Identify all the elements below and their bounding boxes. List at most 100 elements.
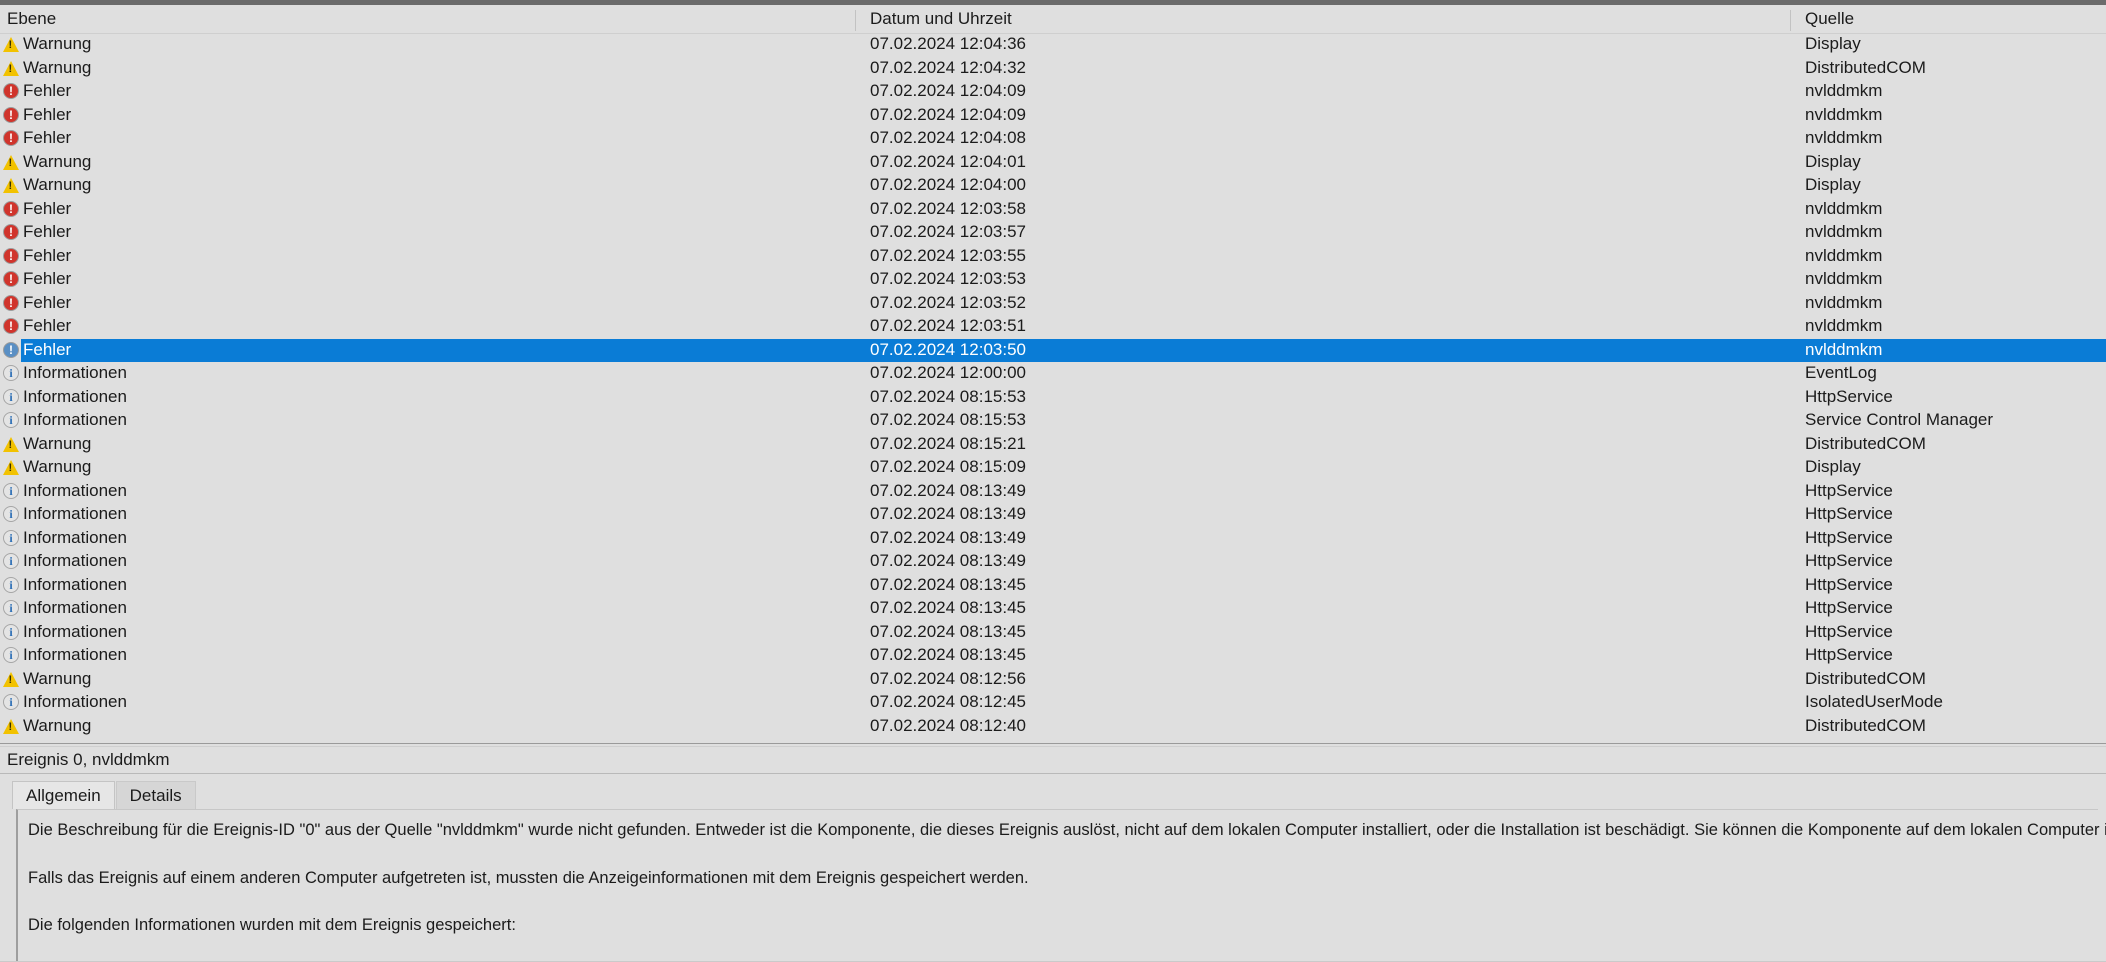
table-row[interactable]: Informationen 07.02.2024 08:13:49 HttpServ… xyxy=(0,480,2106,504)
cell-level: Informationen xyxy=(23,363,127,382)
table-row[interactable]: Fehler 07.02.2024 12:03:53 nvlddmkm xyxy=(0,268,2106,292)
table-row[interactable]: Fehler 07.02.2024 12:03:58 nvlddmkm xyxy=(0,198,2106,222)
error-icon xyxy=(3,271,20,288)
warning-icon xyxy=(3,436,20,453)
table-row[interactable]: Informationen 07.02.2024 08:13:45 HttpServ… xyxy=(0,644,2106,668)
column-header-datetime[interactable]: Datum und Uhrzeit xyxy=(870,9,1012,29)
table-row[interactable]: Informationen 07.02.2024 12:00:00 EventLog xyxy=(0,362,2106,386)
cell-level: Fehler xyxy=(23,128,72,147)
table-row[interactable]: Warnung 07.02.2024 08:15:09 Display xyxy=(0,456,2106,480)
error-icon xyxy=(3,294,20,312)
events-column-header[interactable]: Ebene Datum und Uhrzeit Quelle xyxy=(0,5,2106,34)
error-icon xyxy=(3,318,20,335)
cell-datetime: 07.02.2024 12:04:32 xyxy=(870,57,1026,77)
information-icon xyxy=(3,529,20,547)
cell-level: Warnung xyxy=(23,175,92,194)
cell-datetime: 07.02.2024 08:12:40 xyxy=(870,715,1026,735)
table-row[interactable]: Fehler 07.02.2024 12:03:50 nvlddmkm xyxy=(0,338,2106,362)
cell-source: HttpService xyxy=(1805,504,1893,523)
cell-datetime: 07.02.2024 08:13:49 xyxy=(870,480,1026,500)
cell-source: nvlddmkm xyxy=(1805,81,1883,100)
tab-allgemein[interactable]: Allgemein xyxy=(12,781,115,809)
cell-source: nvlddmkm xyxy=(1805,198,1883,218)
table-row[interactable]: Fehler 07.02.2024 12:04:09 nvlddmkm xyxy=(0,80,2106,104)
cell-datetime: 07.02.2024 08:12:45 xyxy=(870,692,1026,711)
cell-level: Warnung xyxy=(23,457,92,476)
cell-source: HttpService xyxy=(1805,551,1893,570)
table-row[interactable]: Informationen 07.02.2024 08:15:53 HttpServ… xyxy=(0,386,2106,410)
cell-datetime: 07.02.2024 12:04:00 xyxy=(870,175,1026,194)
table-row[interactable]: Warnung 07.02.2024 08:15:21 DistributedCOM xyxy=(0,433,2106,457)
cell-source: nvlddmkm xyxy=(1805,316,1883,335)
table-row[interactable]: Informationen 07.02.2024 08:15:53 Service … xyxy=(0,409,2106,433)
cell-level: Fehler xyxy=(23,198,72,218)
table-row[interactable]: Warnung 07.02.2024 12:04:32 DistributedCOM xyxy=(0,57,2106,81)
table-row[interactable]: Informationen 07.02.2024 08:13:49 HttpServ… xyxy=(0,527,2106,551)
cell-source: HttpService xyxy=(1805,480,1893,500)
event-description-box[interactable]: Die Beschreibung für die Ereignis-ID "0"… xyxy=(16,809,2106,962)
information-icon xyxy=(3,576,20,594)
cell-level: Informationen xyxy=(23,551,127,570)
cell-datetime: 07.02.2024 12:00:00 xyxy=(870,363,1026,382)
error-icon xyxy=(3,247,20,265)
error-icon xyxy=(3,224,20,241)
table-row[interactable]: Warnung 07.02.2024 08:12:40 DistributedCOM xyxy=(0,715,2106,739)
event-detail-header: Ereignis 0, nvlddmkm xyxy=(0,747,2106,774)
detail-body: Die Beschreibung für die Ereignis-ID "0"… xyxy=(0,809,2106,962)
table-row[interactable]: Informationen 07.02.2024 08:13:45 HttpServ… xyxy=(0,574,2106,598)
tab-details[interactable]: Details xyxy=(115,781,196,809)
table-row[interactable]: Informationen 07.02.2024 08:13:45 HttpServ… xyxy=(0,597,2106,621)
table-row[interactable]: Informationen 07.02.2024 08:13:45 HttpServ… xyxy=(0,621,2106,645)
cell-level: Informationen xyxy=(23,692,127,711)
cell-source: DistributedCOM xyxy=(1805,715,1926,735)
table-row[interactable]: Informationen 07.02.2024 08:13:49 HttpServ… xyxy=(0,503,2106,527)
table-row[interactable]: Fehler 07.02.2024 12:03:52 nvlddmkm xyxy=(0,292,2106,316)
cell-datetime: 07.02.2024 08:13:49 xyxy=(870,551,1026,570)
table-row[interactable]: Informationen 07.02.2024 08:12:45 Isolated… xyxy=(0,691,2106,715)
cell-datetime: 07.02.2024 08:13:45 xyxy=(870,645,1026,664)
cell-level: Warnung xyxy=(23,34,92,53)
table-row[interactable]: Warnung 07.02.2024 12:04:00 Display xyxy=(0,174,2106,198)
table-row[interactable]: Fehler 07.02.2024 12:03:51 nvlddmkm xyxy=(0,315,2106,339)
table-row[interactable]: Fehler 07.02.2024 12:03:55 nvlddmkm xyxy=(0,245,2106,269)
event-detail-title: Ereignis 0, nvlddmkm xyxy=(7,750,170,769)
cell-level: Informationen xyxy=(23,621,127,641)
cell-source: nvlddmkm xyxy=(1805,104,1883,124)
cell-datetime: 07.02.2024 12:03:51 xyxy=(870,316,1026,335)
cell-level: Warnung xyxy=(23,433,92,453)
cell-datetime: 07.02.2024 08:13:45 xyxy=(870,574,1026,594)
error-icon xyxy=(3,341,20,359)
cell-datetime: 07.02.2024 08:15:53 xyxy=(870,386,1026,406)
cell-level: Fehler xyxy=(23,222,72,241)
warning-icon xyxy=(3,36,20,53)
cell-datetime: 07.02.2024 12:04:08 xyxy=(870,128,1026,147)
table-row[interactable]: Fehler 07.02.2024 12:03:57 nvlddmkm xyxy=(0,221,2106,245)
cell-level: Informationen xyxy=(23,527,127,547)
column-divider-source[interactable] xyxy=(1790,10,1791,31)
table-row[interactable]: Informationen 07.02.2024 08:13:49 HttpServ… xyxy=(0,550,2106,574)
information-icon xyxy=(3,365,20,382)
cell-source: Display xyxy=(1805,34,1861,53)
table-row[interactable]: Warnung 07.02.2024 12:04:01 Display xyxy=(0,151,2106,175)
events-list-panel[interactable]: Ebene Datum und Uhrzeit Quelle Warnung 07… xyxy=(0,5,2106,743)
information-icon xyxy=(3,553,20,570)
table-row[interactable]: Warnung 07.02.2024 08:12:56 DistributedCOM xyxy=(0,668,2106,692)
description-paragraph: Falls das Ereignis auf einem anderen Com… xyxy=(28,868,1029,887)
table-row[interactable]: Fehler 07.02.2024 12:04:09 nvlddmkm xyxy=(0,104,2106,128)
cell-datetime: 07.02.2024 08:13:49 xyxy=(870,504,1026,523)
cell-source: Service Control Manager xyxy=(1805,410,1994,429)
cell-level: Fehler xyxy=(23,316,72,335)
table-row[interactable]: Fehler 07.02.2024 12:04:08 nvlddmkm xyxy=(0,127,2106,151)
cell-source: IsolatedUserMode xyxy=(1805,692,1943,711)
column-header-source[interactable]: Quelle xyxy=(1805,9,1854,29)
events-rows: Warnung07.02.2024 12:04:36DisplayWarnung… xyxy=(0,33,2106,738)
information-icon xyxy=(3,647,20,664)
cell-source: DistributedCOM xyxy=(1805,668,1926,688)
cell-datetime: 07.02.2024 08:13:49 xyxy=(870,527,1026,547)
table-row[interactable]: Warnung 07.02.2024 12:04:36 Display xyxy=(0,33,2106,57)
warning-icon xyxy=(3,177,20,194)
detail-tabstrip: Allgemein Details xyxy=(0,774,2106,809)
cell-level: Informationen xyxy=(23,386,127,406)
column-divider-datetime[interactable] xyxy=(855,10,856,31)
column-header-level[interactable]: Ebene xyxy=(7,9,56,29)
